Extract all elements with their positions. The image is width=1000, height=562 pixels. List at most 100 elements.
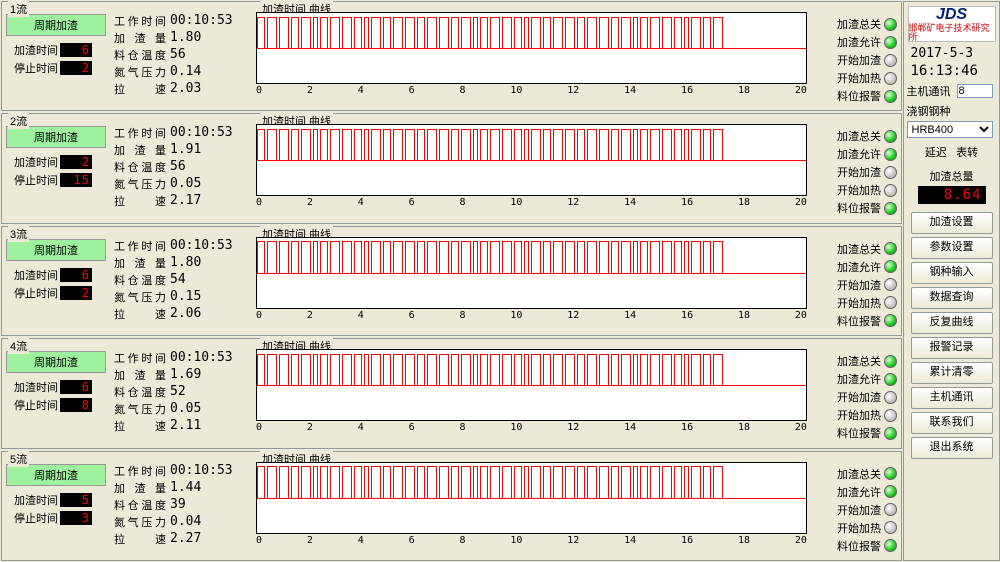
sidebar: JDS 邯郸矿电子技术研究所 2017-5-3 16:13:46 主机通讯 浇钢…	[903, 1, 1000, 561]
status-lamp	[884, 18, 897, 31]
stat-label: 加 渣 量	[114, 142, 170, 158]
stat-label: 工作时间	[114, 238, 170, 254]
status-lamp	[884, 278, 897, 291]
stop-time-label: 停止时间	[6, 285, 60, 301]
stat-label: 料仓温度	[114, 47, 170, 63]
stat-value: 00:10:53	[170, 125, 233, 141]
link-delay[interactable]: 延迟	[925, 147, 947, 159]
light-label: 开始加热	[815, 295, 884, 311]
sidebar-button[interactable]: 反复曲线	[911, 312, 993, 334]
stat-value: 1.44	[170, 480, 201, 496]
status-lamp	[884, 90, 897, 103]
status-lamp	[884, 391, 897, 404]
link-forward[interactable]: 表转	[956, 147, 978, 159]
light-label: 加渣允许	[815, 371, 884, 387]
x-axis-ticks: 02468101214161820	[256, 196, 807, 208]
sidebar-button[interactable]: 联系我们	[911, 412, 993, 434]
status-lamp	[884, 148, 897, 161]
stat-value: 54	[170, 272, 186, 288]
stop-time-lcd: 2	[60, 286, 92, 300]
light-label: 料位报警	[815, 313, 884, 329]
status-lamp	[884, 296, 897, 309]
stat-value: 0.05	[170, 176, 201, 192]
status-lamp	[884, 36, 897, 49]
status-lamp	[884, 521, 897, 534]
cycle-button[interactable]: 周期加渣	[6, 239, 106, 261]
light-label: 开始加热	[815, 407, 884, 423]
sidebar-button[interactable]: 报警记录	[911, 337, 993, 359]
light-label: 开始加热	[815, 182, 884, 198]
sidebar-button[interactable]: 加渣设置	[911, 212, 993, 234]
logo-subtitle: 邯郸矿电子技术研究所	[909, 24, 995, 42]
channel-title: 4流	[8, 338, 29, 354]
stat-value: 0.14	[170, 64, 201, 80]
stat-label: 氮气压力	[114, 64, 170, 80]
stat-label: 拉 速	[114, 81, 170, 97]
grade-select[interactable]: HRB400	[907, 121, 993, 138]
chart: 加渣时间 曲线 02468101214161820	[254, 452, 813, 560]
stat-value: 1.80	[170, 30, 201, 46]
stat-value: 56	[170, 47, 186, 63]
stat-label: 氮气压力	[114, 289, 170, 305]
stat-value: 2.06	[170, 306, 201, 322]
light-label: 开始加渣	[815, 389, 884, 405]
light-label: 加渣允许	[815, 34, 884, 50]
status-lamp	[884, 539, 897, 552]
add-time-lcd: 5	[60, 493, 92, 507]
sidebar-button[interactable]: 数据查询	[911, 287, 993, 309]
total-lcd: 8.64	[918, 186, 986, 204]
plot-area	[256, 124, 807, 196]
light-label: 开始加热	[815, 520, 884, 536]
stat-value: 1.91	[170, 142, 201, 158]
host-input[interactable]	[957, 84, 993, 98]
sidebar-button[interactable]: 退出系统	[911, 437, 993, 459]
light-label: 料位报警	[815, 88, 884, 104]
stat-label: 工作时间	[114, 350, 170, 366]
stat-value: 0.04	[170, 514, 201, 530]
add-time-label: 加渣时间	[6, 42, 60, 58]
stop-time-label: 停止时间	[6, 510, 60, 526]
status-lamp	[884, 166, 897, 179]
x-axis-ticks: 02468101214161820	[256, 534, 807, 546]
plot-area	[256, 462, 807, 534]
plot-area	[256, 237, 807, 309]
stat-value: 1.80	[170, 255, 201, 271]
add-time-lcd: 6	[60, 43, 92, 57]
stop-time-label: 停止时间	[6, 172, 60, 188]
status-lamp	[884, 202, 897, 215]
sidebar-button[interactable]: 累计清零	[911, 362, 993, 384]
stats-block: 工作时间00:10:53加 渣 量1.80料仓温度54氮气压力0.15拉 速2.…	[110, 227, 254, 335]
channel-title: 5流	[8, 451, 29, 467]
stat-value: 2.27	[170, 531, 201, 547]
stat-value: 2.17	[170, 193, 201, 209]
stats-block: 工作时间00:10:53加 渣 量1.80料仓温度56氮气压力0.14拉 速2.…	[110, 2, 254, 110]
status-lights: 加渣总关加渣允许开始加渣开始加热料位报警	[813, 227, 901, 335]
stat-label: 氮气压力	[114, 514, 170, 530]
light-label: 开始加渣	[815, 502, 884, 518]
stat-value: 2.03	[170, 81, 201, 97]
sidebar-button[interactable]: 钢种输入	[911, 262, 993, 284]
cycle-button[interactable]: 周期加渣	[6, 351, 106, 373]
status-lamp	[884, 427, 897, 440]
stat-label: 料仓温度	[114, 159, 170, 175]
light-label: 开始加渣	[815, 277, 884, 293]
cycle-button[interactable]: 周期加渣	[6, 126, 106, 148]
sidebar-button[interactable]: 主机通讯	[911, 387, 993, 409]
channel-title: 2流	[8, 113, 29, 129]
plot-area	[256, 12, 807, 84]
light-label: 加渣总关	[815, 16, 884, 32]
status-lamp	[884, 485, 897, 498]
stat-value: 56	[170, 159, 186, 175]
stop-time-lcd: 15	[60, 173, 92, 187]
stop-time-lcd: 8	[60, 398, 92, 412]
stat-label: 拉 速	[114, 193, 170, 209]
stat-label: 料仓温度	[114, 497, 170, 513]
sidebar-button[interactable]: 参数设置	[911, 237, 993, 259]
light-label: 开始加热	[815, 70, 884, 86]
cycle-button[interactable]: 周期加渣	[6, 464, 106, 486]
status-lamp	[884, 409, 897, 422]
cycle-button[interactable]: 周期加渣	[6, 14, 106, 36]
stat-value: 0.05	[170, 401, 201, 417]
channel-2: 2流 周期加渣 加渣时间2 停止时间15 工作时间00:10:53加 渣 量1.…	[1, 113, 902, 223]
status-lamp	[884, 314, 897, 327]
